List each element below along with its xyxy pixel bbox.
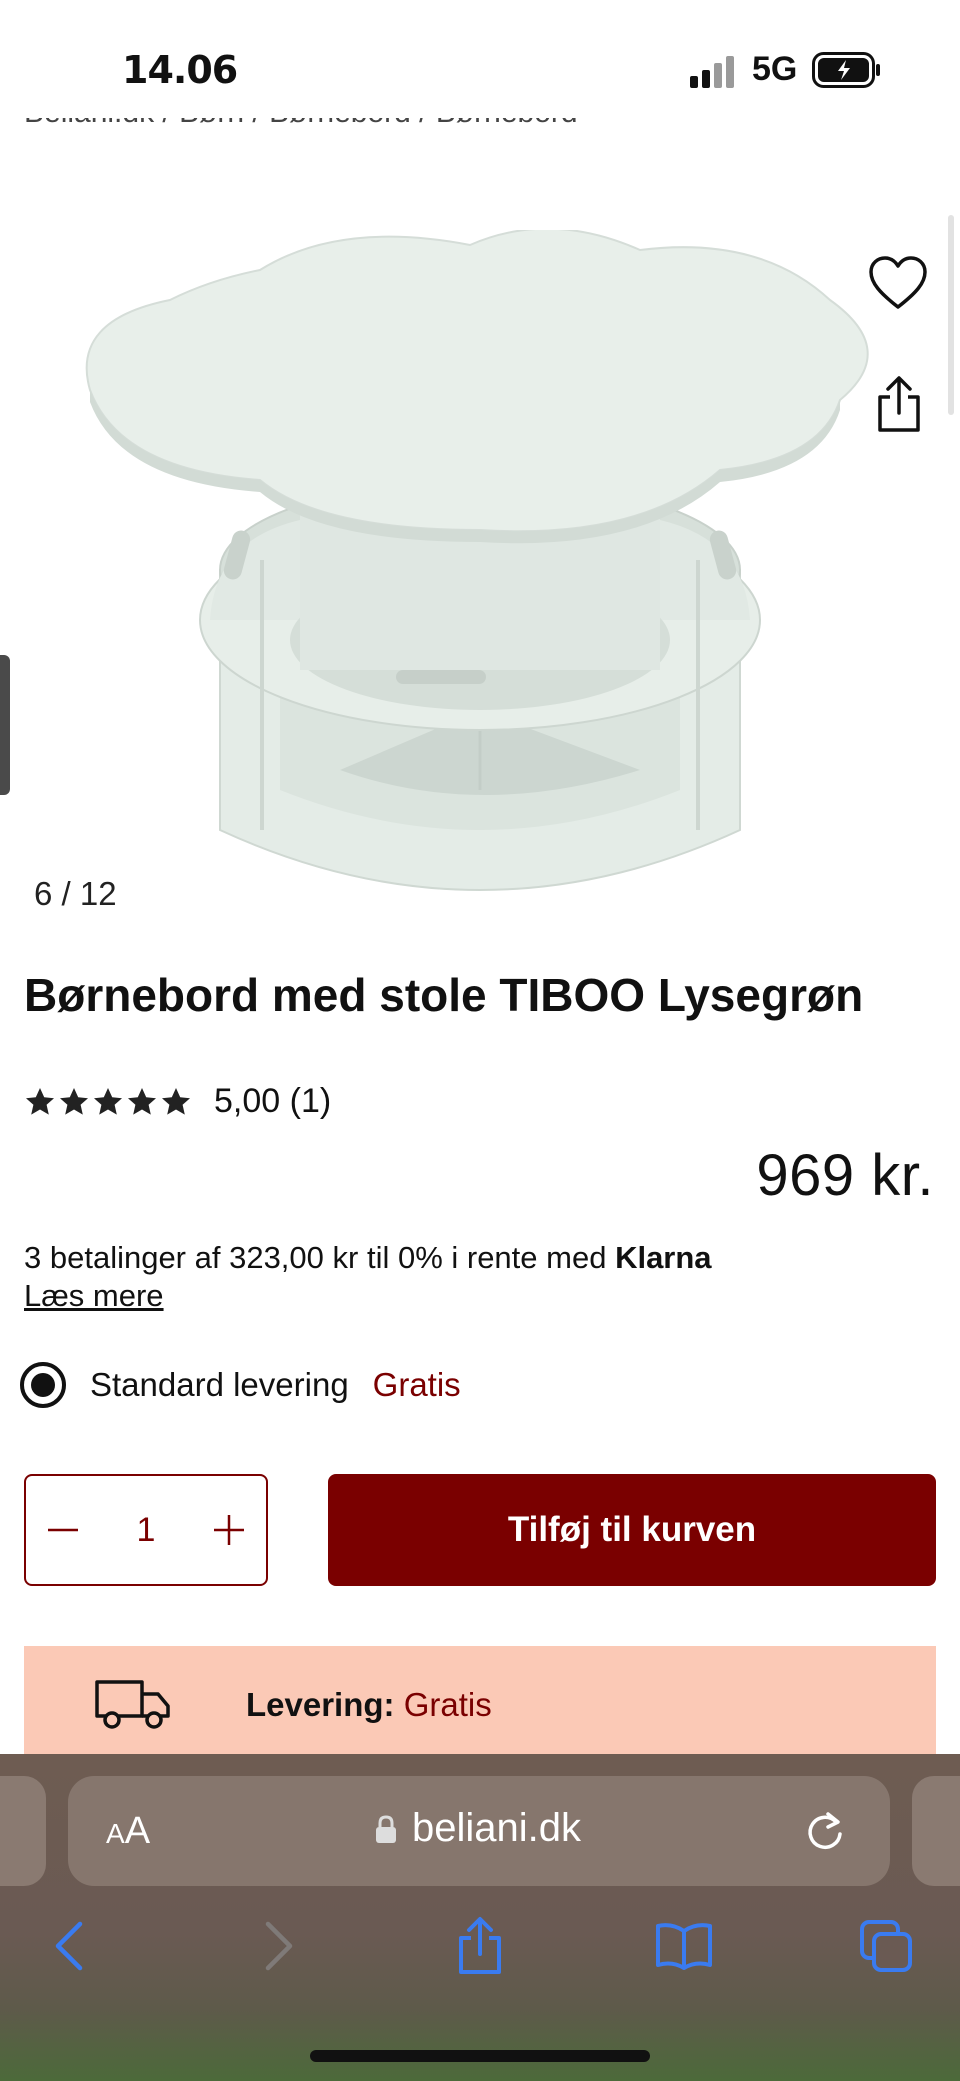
breadcrumb-text: Beliani.dk / Børn / Børnebord / Børnebor… [24,118,724,130]
browser-toolbar [0,1916,960,1996]
text-size-big: A [124,1810,151,1852]
delivery-truck-icon [95,1680,170,1729]
read-more-link[interactable]: Læs mere [24,1278,164,1314]
next-tab-preview[interactable] [912,1776,960,1886]
forward-button[interactable] [248,1916,308,1976]
delivery-label: Standard levering [90,1366,349,1403]
banner-value: Gratis [403,1686,492,1723]
book-icon [656,1923,712,1970]
banner-text: Levering: Gratis [246,1686,492,1724]
installment-info: 3 betalinger af 323,00 kr til 0% i rente… [24,1240,712,1276]
browser-chrome: AA beliani.dk [0,1754,960,2081]
quantity-stepper: 1 [24,1474,268,1586]
gallery-counter: 6 / 12 [34,875,117,912]
lock-icon [376,1814,396,1843]
quantity-value[interactable]: 1 [137,1511,156,1550]
back-button[interactable] [40,1916,100,1976]
decrease-quantity-button[interactable] [40,1507,86,1553]
minus-icon [48,1528,78,1532]
previous-tab-preview[interactable] [0,1776,46,1886]
tabs-button[interactable] [856,1916,916,1976]
carousel-edge-handle[interactable] [0,655,10,795]
text-size-small: A [106,1818,125,1849]
star-icon [162,1087,190,1115]
product-title: Børnebord med stole TIBOO Lysegrøn [24,969,864,1021]
share-icon[interactable] [874,375,924,433]
page-settings-button[interactable]: AA [106,1810,150,1853]
share-icon [459,1917,501,1974]
increase-quantity-button[interactable] [206,1507,252,1553]
star-icon [26,1087,54,1115]
product-gallery[interactable]: 6 / 12 [0,175,960,945]
network-type: 5G [752,50,798,88]
klarna-logo: Klarna [615,1240,712,1275]
battery-charging-icon [812,52,880,88]
plus-icon [213,1515,244,1545]
chevron-right-icon [265,1921,293,1971]
installment-text: 3 betalinger af 323,00 kr til 0% i rente… [24,1240,616,1275]
delivery-banner: Levering: Gratis [24,1646,936,1766]
rating-score: 5,00 (1) [214,1082,332,1120]
add-to-cart-button[interactable]: Tilføj til kurven [328,1474,936,1586]
product-rating[interactable]: 5,00 (1) [24,1082,331,1121]
share-button[interactable] [450,1916,510,1976]
rating-stars [24,1086,192,1118]
breadcrumb[interactable]: Beliani.dk / Børn / Børnebord / Børnebor… [24,118,724,152]
url-display[interactable]: beliani.dk [374,1806,581,1851]
delivery-option-standard[interactable]: Standard levering Gratis [20,1362,461,1408]
chevron-left-icon [55,1921,83,1971]
bookmarks-button[interactable] [654,1916,714,1976]
reload-icon[interactable] [802,1808,848,1854]
star-icon [94,1087,122,1115]
status-time: 14.06 [122,48,238,92]
tabs-icon [860,1920,912,1972]
star-icon [60,1087,88,1115]
banner-label: Levering: [246,1686,395,1723]
home-indicator[interactable] [310,2050,650,2062]
page-scrollbar[interactable] [948,215,954,415]
radio-selected-dot [31,1373,55,1397]
url-domain: beliani.dk [412,1806,582,1850]
delivery-radio[interactable] [20,1362,66,1408]
product-price: 969 kr. [756,1143,934,1208]
product-image[interactable] [80,230,880,930]
cellular-signal-icon [690,56,734,88]
wishlist-heart-icon[interactable] [868,255,928,311]
star-icon [128,1087,156,1115]
delivery-price: Gratis [372,1366,461,1403]
address-bar[interactable]: AA beliani.dk [68,1776,890,1886]
